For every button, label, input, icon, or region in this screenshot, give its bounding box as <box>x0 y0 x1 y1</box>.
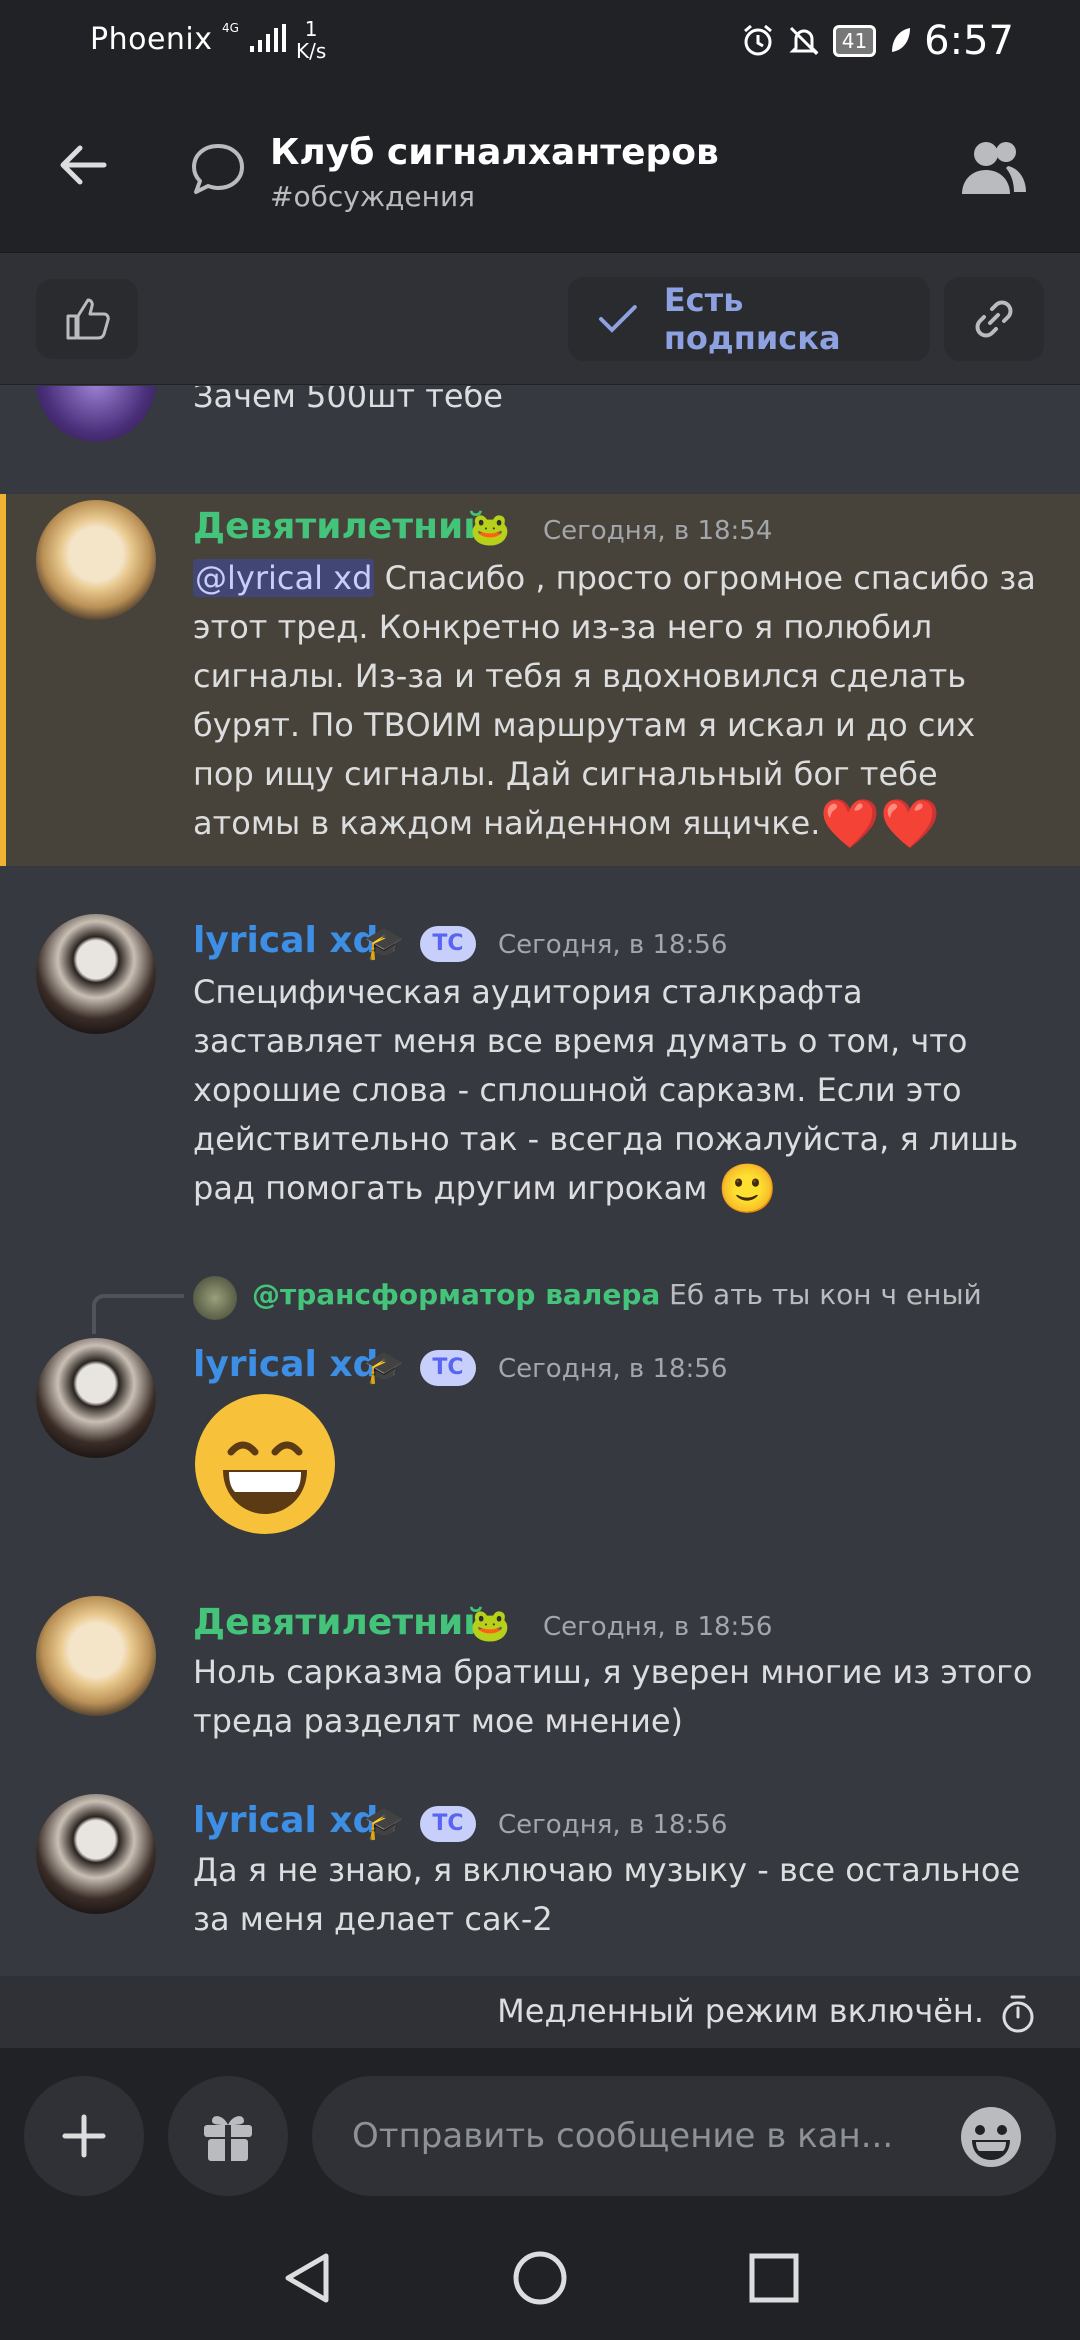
message-author[interactable]: lyrical xd <box>193 920 378 961</box>
mute-notifications-icon <box>789 26 819 56</box>
triangle-back-icon[interactable] <box>276 2246 340 2310</box>
speech-bubble-icon <box>192 144 244 194</box>
message-author[interactable]: Девятилетний <box>193 506 488 547</box>
message-list[interactable]: Зачем 500шт тебе Девятилетний 🐸 Сегодня,… <box>0 386 1080 1976</box>
message-timestamp: Сегодня, в 18:56 <box>498 1354 728 1384</box>
plus-icon <box>62 2114 106 2158</box>
user-mention[interactable]: @lyrical xd <box>193 559 375 597</box>
people-icon[interactable] <box>958 138 1028 198</box>
network-type: 4G <box>222 21 239 35</box>
timer-icon <box>1002 1995 1034 2033</box>
circle-home-icon[interactable] <box>510 2246 570 2310</box>
check-icon <box>598 305 637 333</box>
message-input[interactable] <box>312 2076 1056 2196</box>
reaction-button[interactable] <box>36 279 138 359</box>
message-text: Специфическая аудитория сталкрафта заста… <box>193 973 1019 1217</box>
network-speed: 1 K/s <box>296 17 327 63</box>
avatar[interactable] <box>36 914 156 1034</box>
subscription-button[interactable]: Есть подписка <box>568 277 930 361</box>
emoji-icon[interactable] <box>958 2104 1024 2170</box>
reply-preview[interactable]: @трансформатор валера Еб ать ты кон ч ен… <box>252 1278 982 1311</box>
system-navigation-bar <box>0 2224 1080 2340</box>
message-author[interactable]: Девятилетний <box>193 1602 488 1643</box>
add-attachment-button[interactable] <box>24 2076 144 2196</box>
avatar[interactable] <box>36 1794 156 1914</box>
arrow-left-icon[interactable] <box>48 130 118 200</box>
avatar[interactable] <box>36 500 156 620</box>
smile-emoji: 🙂 <box>717 1161 778 1217</box>
thread-title: Клуб сигналхантеров <box>270 132 719 173</box>
message-timestamp: Сегодня, в 18:56 <box>498 1810 728 1840</box>
alarm-icon <box>743 24 772 56</box>
avatar[interactable] <box>36 1596 156 1716</box>
message-timestamp: Сегодня, в 18:56 <box>498 930 728 960</box>
thumbs-up-icon <box>66 298 110 340</box>
message-text: Да я не знаю, я включаю музыку - все ост… <box>193 1851 1021 1938</box>
square-recent-icon[interactable] <box>744 2246 804 2310</box>
thread-creator-badge: TC <box>420 1350 476 1386</box>
message-text: @lyrical xd Спасибо , просто огромное сп… <box>193 559 1036 852</box>
signal-icon <box>250 24 286 52</box>
copy-link-button[interactable] <box>944 277 1044 361</box>
frog-icon: 🐸 <box>470 1606 510 1644</box>
status-right: 41 6:57 <box>741 18 1014 64</box>
grinning-emoji <box>195 1394 335 1534</box>
slow-mode-bar: Медленный режим включён. <box>0 1976 1080 2048</box>
graduation-cap-icon: 🎓 <box>364 1804 404 1842</box>
hearts-emoji: ❤️❤️ <box>820 796 940 852</box>
message-composer <box>0 2048 1080 2224</box>
graduation-cap-icon: 🎓 <box>364 924 404 962</box>
status-bar: Phoenix 4G 1 K/s 41 6:57 <box>0 0 1080 78</box>
thread-creator-badge: TC <box>420 926 476 962</box>
avatar[interactable] <box>36 386 156 442</box>
message-author[interactable]: lyrical xd <box>193 1800 378 1841</box>
avatar[interactable] <box>36 1338 156 1458</box>
reply-avatar <box>193 1276 237 1320</box>
channel-name: #обсуждения <box>270 180 475 213</box>
message-text: Зачем 500шт тебе <box>193 386 503 415</box>
thread-creator-badge: TC <box>420 1806 476 1842</box>
gift-icon <box>204 2116 252 2161</box>
subscription-label: Есть подписка <box>663 281 841 357</box>
link-icon <box>975 300 1013 338</box>
clock: 6:57 <box>924 18 1014 64</box>
graduation-cap-icon: 🎓 <box>364 1348 404 1386</box>
message-timestamp: Сегодня, в 18:54 <box>543 516 773 546</box>
message-timestamp: Сегодня, в 18:56 <box>543 1612 773 1642</box>
thread-action-bar: Есть подписка <box>0 253 1080 385</box>
reply-connector <box>92 1294 184 1334</box>
leaf-icon <box>892 28 911 52</box>
gift-button[interactable] <box>168 2076 288 2196</box>
carrier-name: Phoenix <box>90 22 213 57</box>
thread-header: Клуб сигналхантеров #обсуждения <box>0 78 1080 253</box>
message-text: Ноль сарказма братиш, я уверен многие из… <box>193 1653 1033 1740</box>
message-author[interactable]: lyrical xd <box>193 1344 378 1385</box>
battery-indicator: 41 <box>832 25 877 57</box>
frog-icon: 🐸 <box>470 510 510 548</box>
slow-mode-text: Медленный режим включён. <box>497 1992 984 2030</box>
